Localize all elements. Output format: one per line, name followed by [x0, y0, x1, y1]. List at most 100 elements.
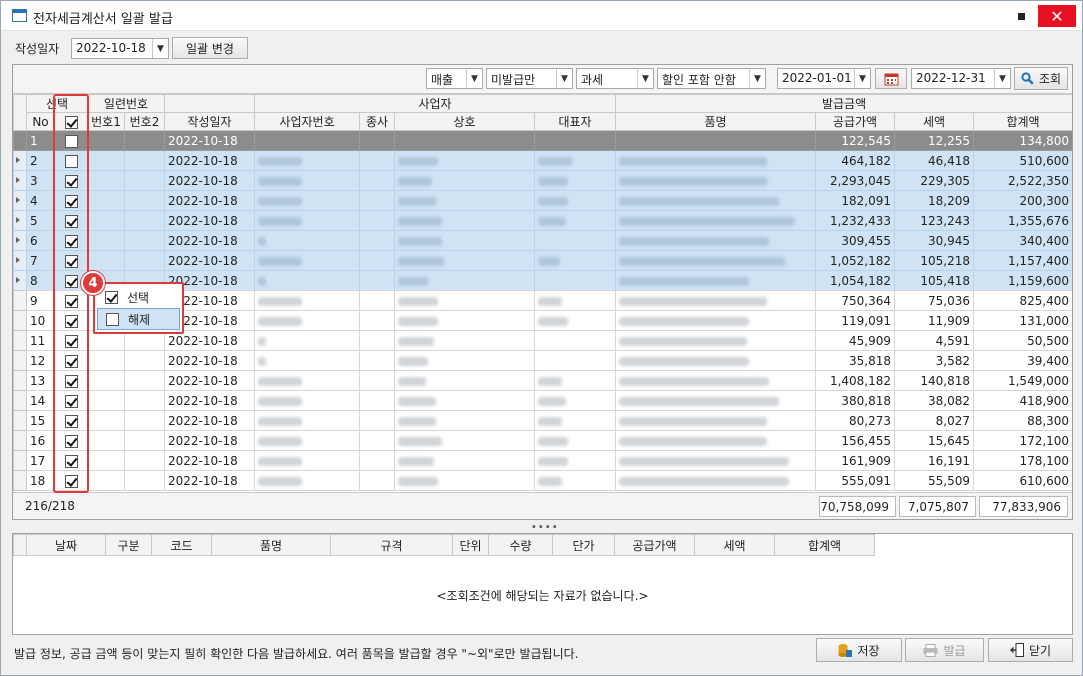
row-header[interactable] [13, 190, 27, 211]
cell-select[interactable] [54, 410, 88, 431]
row-checkbox[interactable] [64, 454, 78, 468]
table-row[interactable]: 18 2022-10-18 555,091 55,509 610,600 [13, 470, 1072, 491]
col-header-no[interactable]: No [26, 112, 55, 131]
table-row[interactable]: 17 2022-10-18 161,909 16,191 178,100 [13, 450, 1072, 471]
tax-type-select[interactable]: 과세 ▼ [576, 68, 654, 89]
date-to-input[interactable]: 2022-12-31 ▼ [911, 68, 1011, 89]
cell-select[interactable] [54, 350, 88, 371]
table-row[interactable]: 5 2022-10-18 1,232,433 123,243 1,355,676 [13, 210, 1072, 231]
row-checkbox[interactable] [64, 154, 78, 168]
detail-col-header[interactable]: 코드 [151, 534, 212, 556]
save-button[interactable]: 저장 [816, 638, 902, 662]
cell-select[interactable] [54, 450, 88, 471]
row-header[interactable] [13, 390, 27, 411]
row-header[interactable] [13, 470, 27, 491]
minimize-button[interactable] [1011, 5, 1031, 27]
detail-col-header[interactable]: 날짜 [26, 534, 106, 556]
detail-col-header[interactable]: 합계액 [774, 534, 875, 556]
cell-select[interactable] [54, 170, 88, 191]
table-row[interactable]: 4 2022-10-18 182,091 18,209 200,300 [13, 190, 1072, 211]
discount-select[interactable]: 할인 포함 안함 ▼ [657, 68, 766, 89]
detail-col-header[interactable]: 공급가액 [614, 534, 695, 556]
col-header-tax[interactable]: 세액 [894, 112, 975, 131]
col-header-ceo[interactable]: 대표자 [534, 112, 617, 131]
row-header[interactable] [13, 430, 27, 451]
close-window-button[interactable]: ✕ [1038, 5, 1076, 27]
table-row[interactable]: 3 2022-10-18 2,293,045 229,305 2,522,350 [13, 170, 1072, 191]
row-header[interactable] [13, 410, 27, 431]
chevron-down-icon[interactable]: ▼ [637, 69, 653, 88]
row-header[interactable] [13, 130, 27, 151]
col-header-date[interactable]: 작성일자 [164, 112, 256, 131]
col-header-serial1[interactable]: 번호1 [87, 112, 125, 131]
row-header[interactable] [13, 150, 27, 171]
row-checkbox[interactable] [64, 274, 78, 288]
col-header-total[interactable]: 합계액 [973, 112, 1072, 131]
cell-select[interactable] [54, 430, 88, 451]
panel-splitter[interactable]: •••• [531, 522, 559, 533]
close-button[interactable]: 닫기 [988, 638, 1073, 662]
table-row[interactable]: 12 2022-10-18 35,818 3,582 39,400 [13, 350, 1072, 371]
detail-col-header[interactable]: 구분 [105, 534, 152, 556]
chevron-down-icon[interactable]: ▼ [749, 69, 765, 88]
search-button[interactable]: 조회 [1014, 67, 1068, 90]
cell-select[interactable] [54, 290, 88, 311]
table-row[interactable]: 7 2022-10-18 1,052,182 105,218 1,157,400 [13, 250, 1072, 271]
row-checkbox[interactable] [64, 134, 78, 148]
row-checkbox[interactable] [64, 294, 78, 308]
col-header-branch[interactable]: 종사 [359, 112, 396, 131]
row-header[interactable] [13, 450, 27, 471]
table-row[interactable]: 16 2022-10-18 156,455 15,645 172,100 [13, 430, 1072, 451]
cell-select[interactable] [54, 370, 88, 391]
col-header-supply[interactable]: 공급가액 [815, 112, 896, 131]
row-header[interactable] [13, 170, 27, 191]
select-all-checkbox[interactable] [64, 115, 78, 129]
row-checkbox[interactable] [64, 394, 78, 408]
row-checkbox[interactable] [64, 474, 78, 488]
cell-select[interactable] [54, 190, 88, 211]
chevron-down-icon[interactable]: ▼ [466, 69, 482, 88]
calendar-button[interactable] [875, 68, 907, 89]
row-checkbox[interactable] [64, 174, 78, 188]
bulk-change-button[interactable]: 일괄 변경 [172, 37, 248, 59]
menu-item-select[interactable]: 선택 [97, 286, 180, 308]
issue-button[interactable]: 발급 [905, 638, 984, 662]
table-row[interactable]: 14 2022-10-18 380,818 38,082 418,900 [13, 390, 1072, 411]
detail-col-header[interactable]: 수량 [488, 534, 553, 556]
row-header[interactable] [13, 310, 27, 331]
row-checkbox[interactable] [64, 234, 78, 248]
type-select[interactable]: 매출 ▼ [426, 68, 483, 89]
cell-select[interactable] [54, 250, 88, 271]
table-row[interactable]: 13 2022-10-18 1,408,182 140,818 1,549,000 [13, 370, 1072, 391]
table-row[interactable]: 15 2022-10-18 80,273 8,027 88,300 [13, 410, 1072, 431]
detail-col-header[interactable]: 단위 [452, 534, 489, 556]
cell-select[interactable] [54, 150, 88, 171]
chevron-down-icon[interactable]: ▼ [854, 69, 870, 88]
row-checkbox[interactable] [64, 314, 78, 328]
table-row[interactable]: 1 2022-10-18 122,545 12,255 134,800 [13, 130, 1072, 151]
row-checkbox[interactable] [64, 354, 78, 368]
col-header-item[interactable]: 품명 [615, 112, 817, 131]
cell-select[interactable] [54, 130, 88, 151]
cell-select[interactable] [54, 390, 88, 411]
col-header-company[interactable]: 상호 [394, 112, 536, 131]
row-header[interactable] [13, 370, 27, 391]
row-checkbox[interactable] [64, 374, 78, 388]
cell-select[interactable] [54, 470, 88, 491]
cell-select[interactable] [54, 210, 88, 231]
detail-col-header[interactable]: 세액 [694, 534, 775, 556]
row-header[interactable] [13, 350, 27, 371]
col-header-select-all[interactable] [54, 112, 88, 131]
row-checkbox[interactable] [64, 334, 78, 348]
row-checkbox[interactable] [64, 194, 78, 208]
date-picker[interactable]: 2022-10-18 ▼ [71, 38, 169, 59]
cell-select[interactable] [54, 330, 88, 351]
menu-item-deselect[interactable]: 해제 [97, 308, 180, 330]
row-header[interactable] [13, 210, 27, 231]
row-header[interactable] [13, 270, 27, 291]
status-select[interactable]: 미발급만 ▼ [486, 68, 573, 89]
chevron-down-icon[interactable]: ▼ [152, 39, 168, 58]
row-checkbox[interactable] [64, 254, 78, 268]
cell-select[interactable] [54, 310, 88, 331]
row-checkbox[interactable] [64, 434, 78, 448]
